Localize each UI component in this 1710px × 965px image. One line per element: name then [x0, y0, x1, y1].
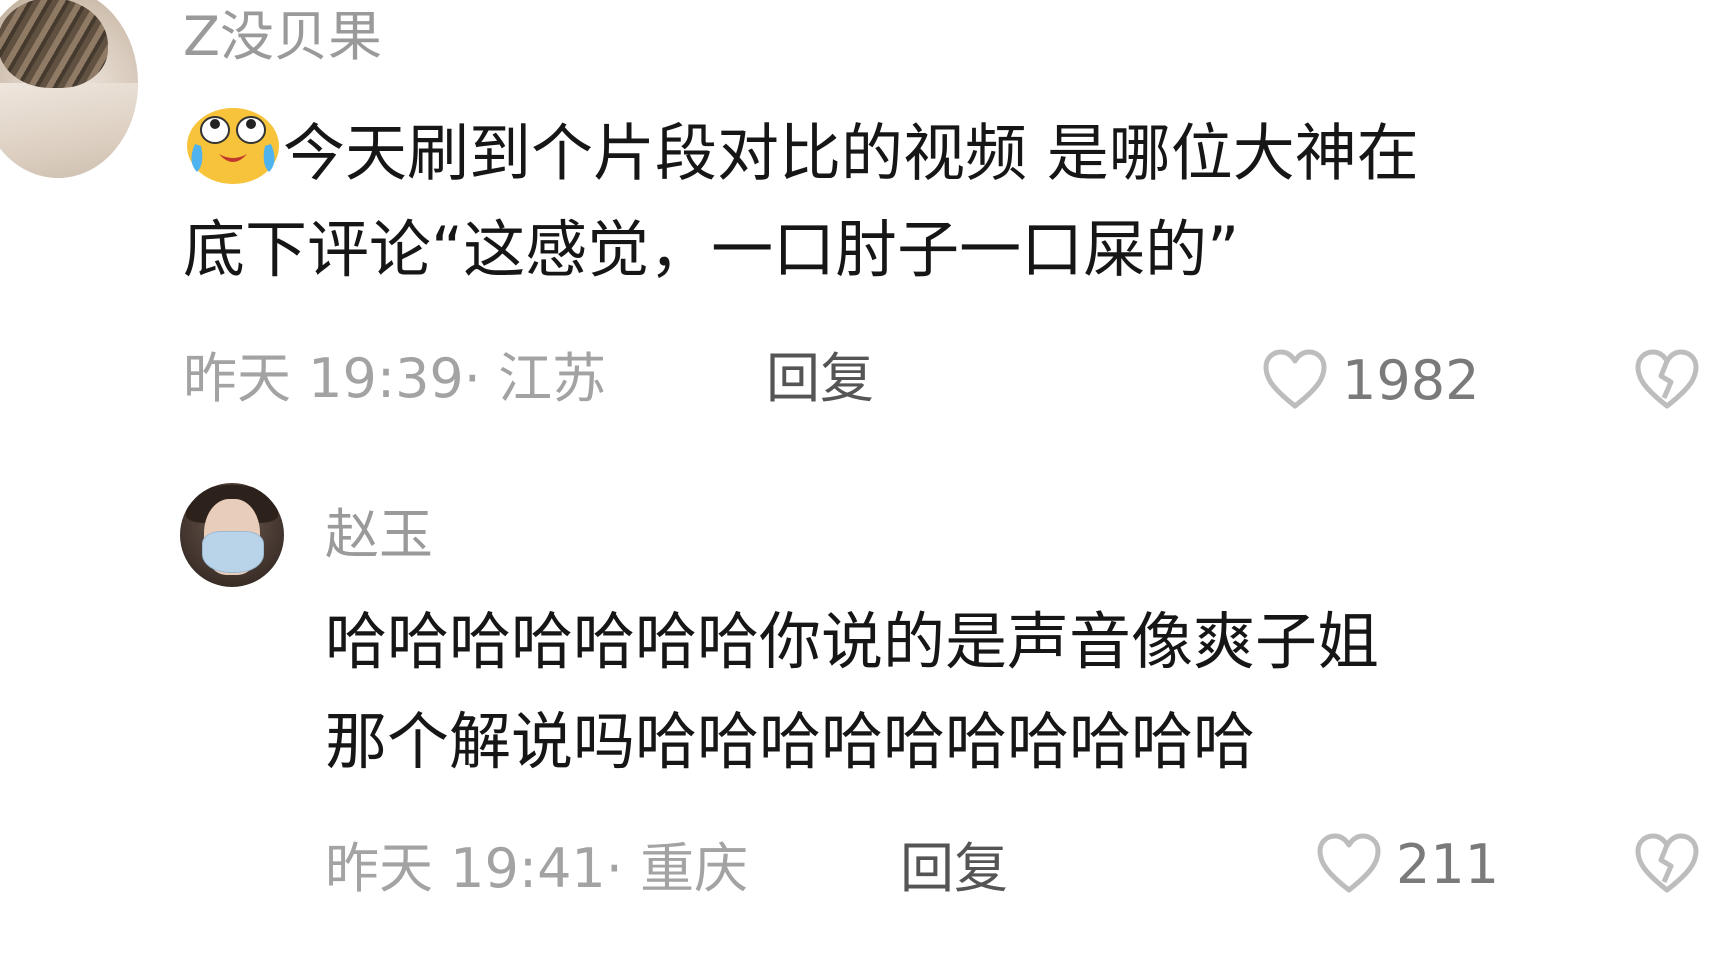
comment-body: 今天刷到个片段对比的视频 是哪位大神在 — [183, 100, 1419, 215]
dislike-button[interactable] — [1634, 348, 1700, 414]
heart-icon — [1262, 348, 1328, 414]
like-button[interactable]: 211 — [1316, 832, 1499, 898]
dislike-button[interactable] — [1634, 832, 1700, 898]
broken-heart-icon — [1634, 833, 1700, 898]
reply-button[interactable]: 回复 — [766, 352, 874, 406]
comment-username[interactable]: Z没贝果 — [183, 10, 382, 64]
like-count: 211 — [1396, 833, 1500, 896]
crying-laughing-emoji-icon — [183, 100, 283, 215]
avatar[interactable] — [0, 0, 138, 178]
comment-timestamp-location: 昨天 19:39· 江苏 — [183, 347, 607, 410]
face-mask-icon — [202, 531, 264, 573]
comment-line-2: 那个解说吗哈哈哈哈哈哈哈哈哈哈 — [325, 705, 1256, 778]
like-count: 1982 — [1342, 349, 1480, 412]
cat-icon — [0, 0, 108, 88]
comment-line-2: 底下评论“这感觉，一口肘子一口屎的” — [183, 213, 1240, 286]
comment-list: Z没贝果 今天刷到个片段对比的视频 是哪位大神在 底下评论“这感觉，一口肘子一口… — [0, 0, 1710, 965]
like-button[interactable]: 1982 — [1262, 348, 1479, 414]
comment-username[interactable]: 赵玉 — [325, 508, 433, 562]
avatar-blanket — [0, 83, 138, 178]
broken-heart-icon — [1634, 349, 1700, 414]
comment-timestamp-location: 昨天 19:41· 重庆 — [325, 837, 749, 900]
comment-line-1: 今天刷到个片段对比的视频 是哪位大神在 — [283, 116, 1419, 190]
reply-button[interactable]: 回复 — [900, 842, 1008, 896]
heart-icon — [1316, 832, 1382, 898]
avatar[interactable] — [180, 483, 284, 587]
comment-line-1: 哈哈哈哈哈哈哈你说的是声音像爽子姐 — [325, 605, 1380, 678]
